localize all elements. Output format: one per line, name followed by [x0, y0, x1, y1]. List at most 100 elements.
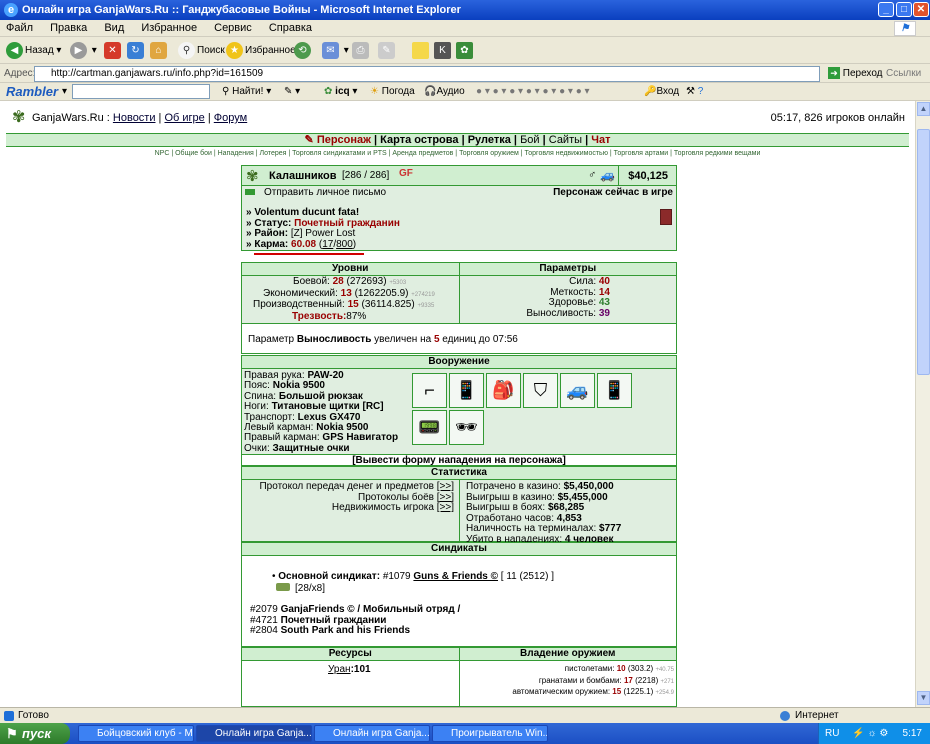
task-media-player[interactable]: Проигрыватель Win...	[432, 725, 548, 742]
highlight-button[interactable]: ✎ ▾	[284, 86, 300, 97]
ie-icon: e	[4, 3, 18, 17]
menu-edit[interactable]: Правка	[50, 22, 87, 34]
favorites-button[interactable]: ★ Избранное	[226, 41, 296, 61]
note-icon	[412, 41, 429, 59]
equip-row: Очки: Защитные очки	[244, 442, 350, 454]
nav-chat[interactable]: Чат	[591, 134, 610, 146]
address-input[interactable]: http://cartman.ganjawars.ru/info.php?id=…	[34, 66, 820, 82]
rambler-find-button[interactable]: ⚲ Найти! ▾	[222, 86, 271, 97]
red-underline	[254, 253, 364, 255]
menu-file[interactable]: Файл	[6, 22, 33, 34]
rambler-extra-buttons[interactable]: ● ▾ ● ▾ ● ▾ ● ▾ ● ▾ ● ▾ ● ▾	[476, 86, 590, 97]
menu-tools[interactable]: Сервис	[214, 22, 252, 34]
weapons-card: Вооружение Правая рука: PAW-20 Пояс: Nok…	[241, 355, 677, 455]
start-button[interactable]: ⚑ пуск	[0, 723, 70, 744]
home-icon: ⌂	[150, 41, 167, 59]
levels-params-card: Уровни Параметры Боевой: 28 (272693) +53…	[241, 262, 677, 324]
nav-news[interactable]: Новости	[113, 112, 156, 124]
scroll-down-arrow-icon[interactable]: ▼	[917, 691, 930, 705]
task-ganjawars-1[interactable]: Онлайн игра Ganja...	[196, 725, 312, 742]
stop-button[interactable]: ✕	[104, 41, 123, 61]
edit-button[interactable]: ✎	[378, 41, 397, 61]
close-button[interactable]: ✕	[913, 2, 929, 17]
login-button[interactable]: 🔑Вход	[644, 86, 679, 97]
backpack-icon[interactable]: 🎒	[486, 373, 521, 408]
rambler-toolbar: Rambler ▾ ⚲ Найти! ▾ ✎ ▾ ✿ icq ▾ ☀ Погод…	[0, 83, 930, 101]
home-button[interactable]: ⌂	[150, 41, 169, 61]
menu-favorites[interactable]: Избранное	[141, 22, 197, 34]
page-content: ✾ GanjaWars.Ru : Новости | Об игре | Фор…	[0, 101, 915, 707]
attack-form-link[interactable]: [Вывести форму нападения на персонажа]	[241, 454, 677, 466]
nav-sites[interactable]: Сайты	[549, 134, 582, 146]
shin-guards-icon[interactable]: ⛉	[523, 373, 558, 408]
minimize-button[interactable]: _	[878, 2, 894, 17]
rambler-menu-arrow[interactable]: ▾	[62, 86, 67, 97]
suv-icon[interactable]: 🚙	[560, 373, 595, 408]
print-button[interactable]: ⎙	[352, 41, 371, 61]
rank-badge-icon	[276, 583, 290, 591]
goggles-icon[interactable]: 🕶	[449, 410, 484, 445]
rifle-icon[interactable]: ⌐	[412, 373, 447, 408]
player-name: Калашников	[269, 170, 337, 182]
syndicate-badge[interactable]: GF	[399, 168, 413, 179]
search-button[interactable]: ⚲ Поиск	[178, 41, 225, 61]
rambler-logo[interactable]: Rambler	[6, 84, 58, 99]
tray-icons[interactable]: ⚡ ☼ ⚙	[852, 728, 888, 739]
send-mail-link[interactable]: Отправить личное письмо	[264, 187, 386, 198]
status-text: Готово	[18, 710, 49, 721]
refresh-button[interactable]: ↻	[127, 41, 146, 61]
scroll-thumb[interactable]	[917, 129, 930, 375]
sub-nav[interactable]: NPC | Общие бои | Нападения | Лотерея | …	[6, 148, 909, 159]
car-icon: 🚙	[600, 168, 615, 182]
player-info: » Volentum ducunt fata! » Статус: Почетн…	[246, 207, 400, 250]
rambler-search-input[interactable]	[72, 84, 210, 99]
task-fight-club[interactable]: Бойцовский клуб - M...	[78, 725, 194, 742]
maximize-button[interactable]: □	[896, 2, 912, 17]
k-button[interactable]: K	[434, 41, 453, 61]
settings-button[interactable]: ⚒ ?	[686, 86, 703, 97]
menu-view[interactable]: Вид	[104, 22, 124, 34]
scroll-up-arrow-icon[interactable]: ▲	[917, 102, 930, 116]
mail-button[interactable]: ✉ ▾	[322, 41, 349, 61]
weather-button[interactable]: ☀ Погода	[370, 86, 415, 97]
icq-button[interactable]: ✿ icq ▾	[324, 86, 357, 97]
nav-map[interactable]: Карта острова	[380, 134, 458, 146]
plugin-button[interactable]: ✿	[456, 41, 475, 61]
nav-battle[interactable]: Бой	[520, 134, 539, 146]
forward-button[interactable]: ▶ ▾	[70, 41, 97, 61]
menu-help[interactable]: Справка	[269, 22, 312, 34]
site-header: ✾ GanjaWars.Ru : Новости | Об игре | Фор…	[6, 101, 909, 131]
go-button[interactable]: ➜ Переход	[828, 67, 883, 79]
audio-button[interactable]: 🎧Аудио	[424, 86, 465, 97]
help-icon: ?	[697, 86, 704, 97]
gps-icon[interactable]: 📟	[412, 410, 447, 445]
weapons-header: Вооружение	[242, 356, 676, 369]
vertical-scrollbar[interactable]: ▲ ▼	[915, 101, 930, 707]
stats-values: Потрачено в казино: $5,450,000 Выигрыш в…	[466, 481, 621, 545]
language-indicator[interactable]: RU	[825, 728, 839, 739]
taskbar: ⚑ пуск Бойцовский клуб - M... Онлайн игра…	[0, 723, 930, 744]
nav-roulette[interactable]: Рулетка	[468, 134, 511, 146]
k-icon: K	[434, 41, 451, 59]
star-icon: ★	[226, 41, 243, 59]
status-bar: Готово Интернет	[0, 707, 930, 723]
history-button[interactable]: ⟲	[294, 41, 313, 61]
syndicate-row: #2804 South Park and his Friends	[250, 625, 411, 636]
task-ganjawars-2[interactable]: Онлайн игра Ganja...	[314, 725, 430, 742]
male-icon: ♂	[588, 169, 597, 181]
nav-forum[interactable]: Форум	[214, 112, 247, 124]
player-card: ✾ Калашников [286 / 286] GF ♂ 🚙 $40,125 …	[241, 165, 677, 255]
note-button[interactable]	[412, 41, 431, 61]
nav-character[interactable]: ✎ Персонаж	[305, 134, 371, 146]
toolbar: ◀ Назад ▾ ▶ ▾ ✕ ↻ ⌂ ⚲ Поиск ★ Избранное ⟲ ✉…	[0, 38, 930, 64]
phone-icon[interactable]: 📱	[449, 373, 484, 408]
nav-about[interactable]: Об игре	[164, 112, 204, 124]
param-note: Параметр Выносливость увеличен на 5 един…	[248, 334, 518, 345]
headphones-icon: 🎧	[424, 86, 437, 97]
stats-header: Статистика	[242, 467, 676, 480]
links-button[interactable]: Ссылки	[886, 68, 921, 79]
phone-icon[interactable]: 📱	[597, 373, 632, 408]
back-button[interactable]: ◀ Назад ▾	[6, 41, 61, 61]
stats-links: Протокол передач денег и предметов [>>] …	[242, 481, 454, 514]
back-arrow-icon: ◀	[6, 41, 23, 59]
